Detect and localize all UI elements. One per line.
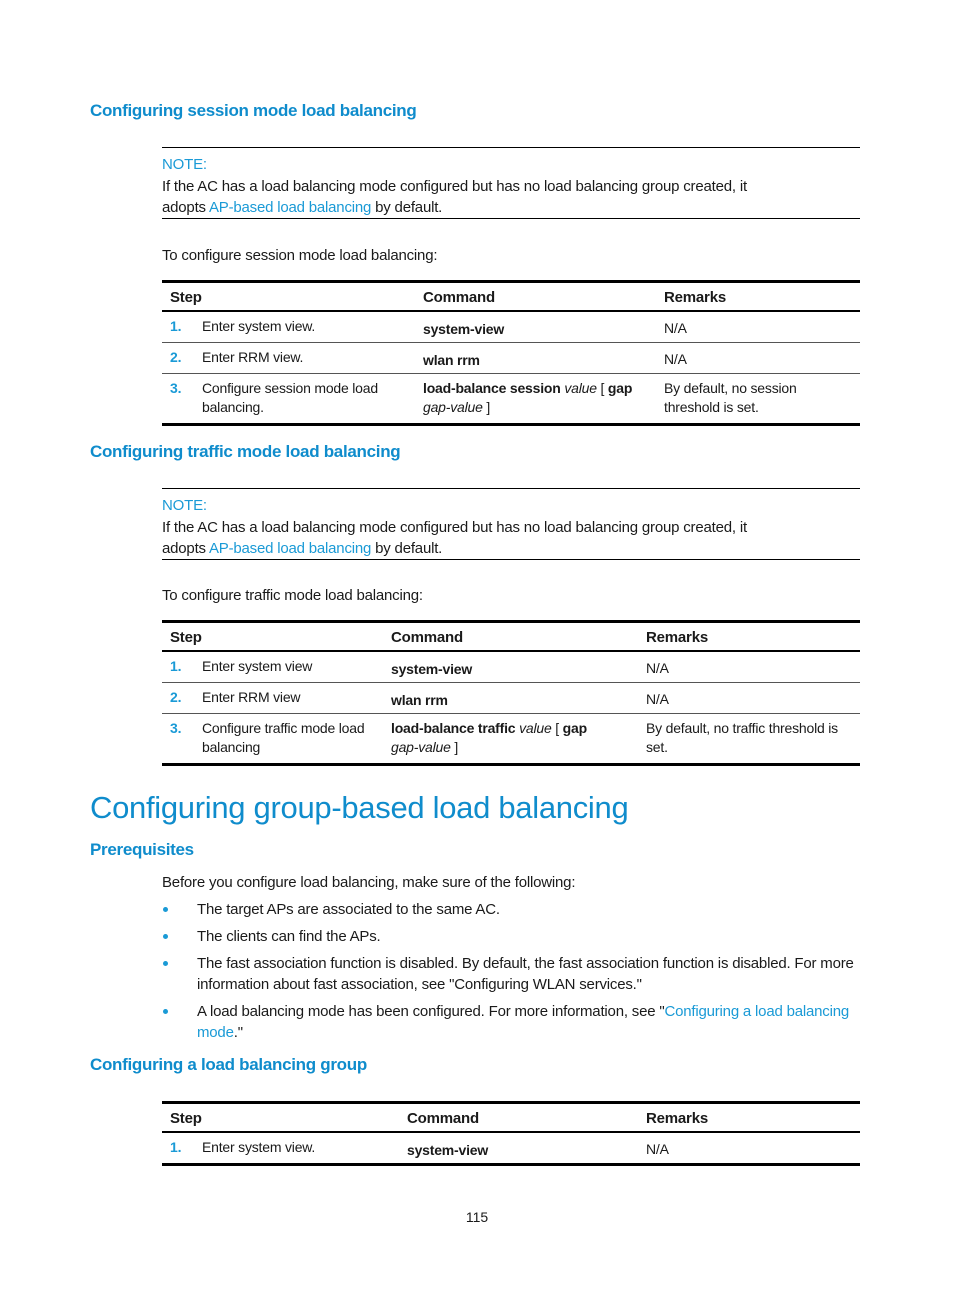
- command: wlan rrm: [391, 692, 448, 708]
- table-header-row: Step Command Remarks: [162, 280, 860, 312]
- header-step: Step: [162, 1101, 399, 1133]
- step-number: 3.: [170, 380, 182, 396]
- prereq-intro: Before you configure load balancing, mak…: [162, 874, 576, 891]
- note-line-1: If the AC has a load balancing mode conf…: [162, 178, 747, 195]
- remark: N/A: [638, 1132, 860, 1166]
- note-bottom-rule: [162, 218, 860, 219]
- note-box-traffic: NOTE: If the AC has a load balancing mod…: [162, 488, 860, 560]
- list-item-text: A load balancing mode has been configure…: [197, 1003, 665, 1020]
- note-text-pre: adopts: [162, 199, 209, 216]
- table-header-row: Step Command Remarks: [162, 1101, 860, 1133]
- step-description: Enter RRM view: [202, 689, 301, 705]
- step-description: Configure session mode load balancing.: [202, 380, 378, 415]
- session-config-table: Step Command Remarks 1. Enter system view…: [162, 280, 860, 426]
- list-item-text: The fast association function is disable…: [197, 955, 854, 993]
- header-command: Command: [383, 620, 638, 652]
- note-label: NOTE:: [162, 156, 207, 173]
- step-number: 1.: [170, 658, 182, 674]
- table-row: 3. Configure session mode load balancing.…: [162, 373, 860, 426]
- table-row: 1. Enter system view system-view N/A: [162, 651, 860, 683]
- remark: By default, no session threshold is set.: [656, 373, 860, 426]
- note-top-rule: [162, 488, 860, 489]
- step-number: 2.: [170, 349, 182, 365]
- bullet-icon: [163, 1009, 168, 1014]
- remark: N/A: [656, 342, 860, 374]
- header-remarks: Remarks: [638, 620, 860, 652]
- step-number: 3.: [170, 720, 182, 736]
- section-heading-prerequisites: Prerequisites: [90, 840, 194, 859]
- command: load-balance traffic value [ gap gap-valu…: [383, 713, 638, 766]
- list-item-text: The target APs are associated to the sam…: [197, 901, 500, 918]
- note-line-1: If the AC has a load balancing mode conf…: [162, 519, 747, 536]
- page-number: 115: [465, 1209, 489, 1225]
- step-number: 1.: [170, 1139, 182, 1155]
- group-config-table: Step Command Remarks 1. Enter system view…: [162, 1101, 860, 1166]
- traffic-config-table: Step Command Remarks 1. Enter system view…: [162, 620, 860, 766]
- chapter-title: Configuring group-based load balancing: [90, 790, 629, 825]
- step-description: Configure traffic mode load balancing: [202, 720, 365, 755]
- note-text-post: by default.: [371, 199, 443, 216]
- list-item: The clients can find the APs.: [162, 926, 862, 947]
- session-intro: To configure session mode load balancing…: [162, 247, 438, 264]
- list-item: A load balancing mode has been configure…: [162, 1001, 862, 1043]
- header-command: Command: [399, 1101, 638, 1133]
- section-heading-session: Configuring session mode load balancing: [90, 101, 417, 120]
- remark: N/A: [656, 311, 860, 343]
- list-item-text: The clients can find the APs.: [197, 928, 381, 945]
- header-step: Step: [162, 280, 415, 312]
- bullet-icon: [163, 934, 168, 939]
- command: system-view: [423, 321, 505, 337]
- traffic-intro: To configure traffic mode load balancing…: [162, 587, 423, 604]
- table-header-row: Step Command Remarks: [162, 620, 860, 652]
- header-remarks: Remarks: [656, 280, 860, 312]
- note-top-rule: [162, 147, 860, 148]
- bullet-icon: [163, 961, 168, 966]
- step-description: Enter system view.: [202, 1139, 316, 1155]
- bullet-icon: [163, 907, 168, 912]
- ap-based-load-balancing-link[interactable]: AP-based load balancing: [209, 540, 371, 557]
- note-label: NOTE:: [162, 497, 207, 514]
- table-row: 1. Enter system view. system-view N/A: [162, 1132, 860, 1166]
- remark: By default, no traffic threshold is set.: [638, 713, 860, 766]
- note-line-2: adopts AP-based load balancing by defaul…: [162, 197, 860, 218]
- list-item: The fast association function is disable…: [162, 953, 862, 995]
- note-text-post: by default.: [371, 540, 443, 557]
- step-description: Enter RRM view.: [202, 349, 304, 365]
- prereq-list: The target APs are associated to the sam…: [162, 899, 862, 1049]
- note-box-session: NOTE: If the AC has a load balancing mod…: [162, 147, 860, 219]
- remark: N/A: [638, 651, 860, 683]
- command: system-view: [391, 661, 473, 677]
- list-item-text-end: .": [233, 1024, 243, 1041]
- note-text-pre: adopts: [162, 540, 209, 557]
- list-item: The target APs are associated to the sam…: [162, 899, 862, 920]
- step-number: 2.: [170, 689, 182, 705]
- note-text: If the AC has a load balancing mode conf…: [162, 176, 860, 218]
- table-row: 1. Enter system view. system-view N/A: [162, 311, 860, 343]
- header-step: Step: [162, 620, 383, 652]
- command: system-view: [407, 1142, 489, 1158]
- header-remarks: Remarks: [638, 1101, 860, 1133]
- note-line-2: adopts AP-based load balancing by defaul…: [162, 538, 860, 559]
- section-heading-traffic: Configuring traffic mode load balancing: [90, 442, 401, 461]
- section-heading-load-balancing-group: Configuring a load balancing group: [90, 1055, 367, 1074]
- table-row: 2. Enter RRM view wlan rrm N/A: [162, 682, 860, 714]
- step-description: Enter system view.: [202, 318, 316, 334]
- remark: N/A: [638, 682, 860, 714]
- step-description: Enter system view: [202, 658, 313, 674]
- note-bottom-rule: [162, 559, 860, 560]
- ap-based-load-balancing-link[interactable]: AP-based load balancing: [209, 199, 371, 216]
- table-row: 3. Configure traffic mode load balancing …: [162, 713, 860, 766]
- note-text: If the AC has a load balancing mode conf…: [162, 517, 860, 559]
- command: load-balance session value [ gap gap-valu…: [415, 373, 656, 426]
- table-row: 2. Enter RRM view. wlan rrm N/A: [162, 342, 860, 374]
- command: wlan rrm: [423, 352, 480, 368]
- step-number: 1.: [170, 318, 182, 334]
- header-command: Command: [415, 280, 656, 312]
